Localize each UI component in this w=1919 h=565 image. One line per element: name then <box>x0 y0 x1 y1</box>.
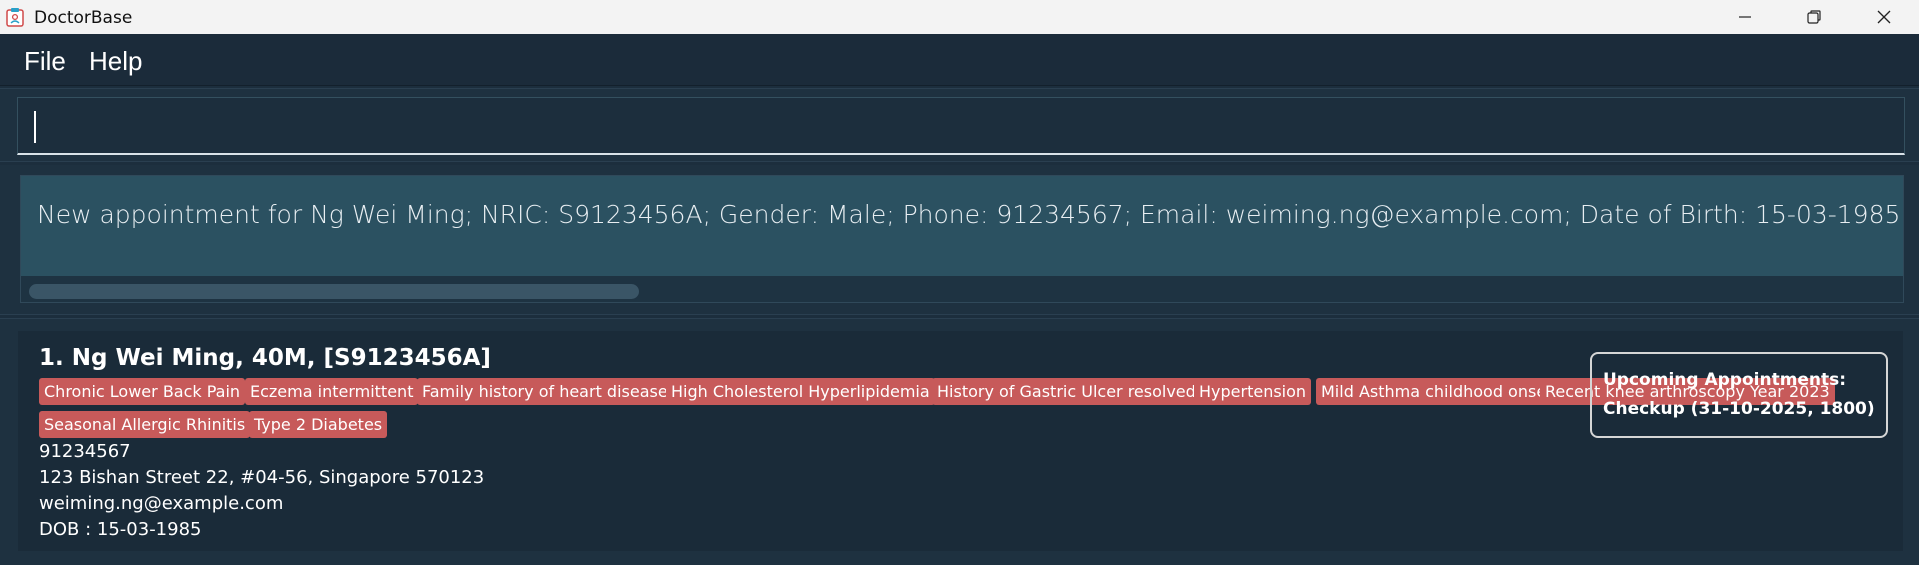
command-box-panel <box>0 88 1919 162</box>
appointment-item: Checkup (31-10-2025, 1800) <box>1603 399 1875 419</box>
condition-tag: History of Gastric Ulcer resolved <box>932 378 1201 405</box>
minimize-button[interactable] <box>1710 0 1780 34</box>
condition-tag: Eczema intermittent <box>245 378 419 405</box>
window-title: DoctorBase <box>34 8 133 28</box>
patient-email: weiming.ng@example.com <box>39 493 284 514</box>
menu-file[interactable]: File <box>24 46 66 77</box>
restore-icon <box>1807 10 1821 24</box>
scrollbar-thumb[interactable] <box>29 284 639 299</box>
menu-help[interactable]: Help <box>89 46 142 77</box>
condition-tag: Chronic Lower Back Pain <box>39 378 246 405</box>
result-text-area: New appointment for Ng Wei Ming; NRIC: S… <box>21 176 1904 276</box>
menu-bar: File Help <box>0 34 1919 86</box>
command-input[interactable] <box>18 98 1904 153</box>
condition-tag: Mild Asthma childhood onset <box>1316 378 1558 405</box>
result-display: New appointment for Ng Wei Ming; NRIC: S… <box>20 175 1904 303</box>
title-bar: DoctorBase <box>0 0 1919 34</box>
result-display-panel: New appointment for Ng Wei Ming; NRIC: S… <box>0 165 1919 315</box>
close-icon <box>1877 10 1891 24</box>
result-message: New appointment for Ng Wei Ming; NRIC: S… <box>37 200 1904 229</box>
upcoming-appointments-title: Upcoming Appointments: <box>1603 370 1847 390</box>
condition-tag: High Cholesterol Hyperlipidemia <box>666 378 935 405</box>
condition-tag: Family history of heart disease <box>417 378 673 405</box>
condition-tag: Type 2 Diabetes <box>249 411 388 438</box>
app-logo-icon <box>6 7 24 27</box>
upcoming-appointments-box <box>1590 352 1888 438</box>
text-caret <box>34 111 36 143</box>
command-box <box>17 97 1905 155</box>
condition-tag: Seasonal Allergic Rhinitis <box>39 411 251 438</box>
condition-tag: Hypertension <box>1194 378 1312 405</box>
close-button[interactable] <box>1849 0 1919 34</box>
minimize-icon <box>1739 16 1751 18</box>
patient-dob: DOB : 15-03-1985 <box>39 519 202 540</box>
patient-address: 123 Bishan Street 22, #04-56, Singapore … <box>39 467 485 488</box>
patient-name-header: 1. Ng Wei Ming, 40M, [S9123456A] <box>39 345 491 371</box>
patient-phone: 91234567 <box>39 441 131 462</box>
horizontal-scrollbar[interactable] <box>21 276 1903 302</box>
patient-card[interactable]: 1. Ng Wei Ming, 40M, [S9123456A] Chronic… <box>18 331 1903 551</box>
patient-list-panel: 1. Ng Wei Ming, 40M, [S9123456A] Chronic… <box>0 318 1919 565</box>
restore-button[interactable] <box>1779 0 1849 34</box>
